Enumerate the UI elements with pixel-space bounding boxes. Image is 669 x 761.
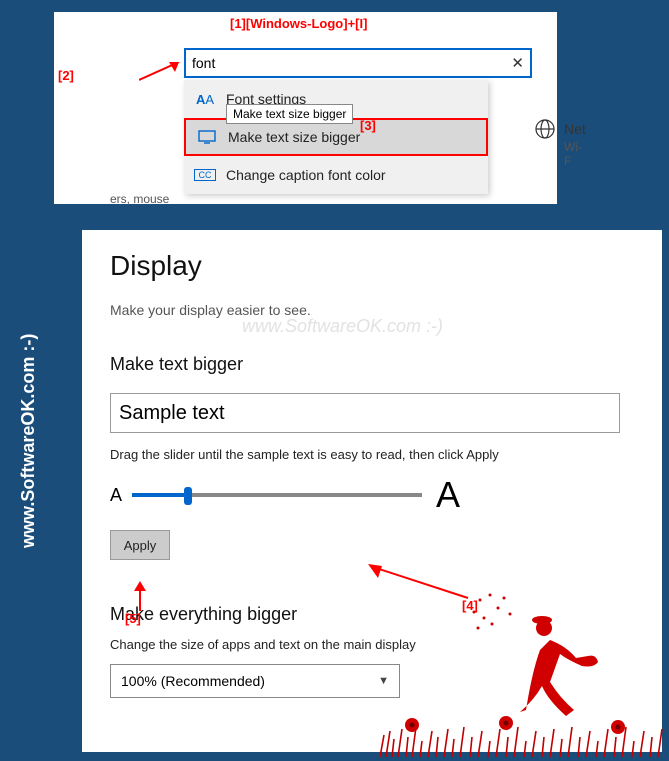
network-category-hint: Net	[534, 118, 586, 140]
search-input[interactable]	[192, 55, 511, 71]
chevron-down-icon: ▼	[378, 675, 389, 687]
text-size-slider[interactable]	[132, 493, 422, 497]
font-aa-icon: AA	[194, 92, 216, 107]
network-subtext: Wi-F	[564, 140, 582, 168]
sample-text-input[interactable]	[110, 393, 620, 433]
suggestion-label: Make text size bigger	[228, 129, 360, 145]
slider-instruction: Drag the slider until the sample text is…	[110, 447, 634, 462]
flower-icon	[404, 717, 420, 733]
search-suggestions-dropdown: AA Font settings Make text size bigger C…	[184, 80, 488, 194]
page-title: Display	[110, 250, 634, 282]
suggestion-caption-font-color[interactable]: CC Change caption font color	[184, 156, 488, 194]
annotation-1: [1][Windows-Logo]+[I]	[230, 16, 367, 31]
annotation-arrow-icon	[130, 581, 150, 613]
globe-icon	[534, 118, 556, 140]
flower-icon	[610, 719, 626, 735]
display-scale-dropdown[interactable]: 100% (Recommended) ▼	[110, 664, 400, 698]
running-man-icon	[470, 590, 610, 720]
flower-icon	[498, 715, 514, 731]
text-size-slider-row: A A	[110, 474, 634, 516]
apply-button[interactable]: Apply	[110, 530, 170, 560]
annotation-2: [2]	[58, 68, 74, 83]
settings-search-panel: ✕ AA Font settings Make text size bigger…	[54, 12, 557, 204]
settings-search-box[interactable]: ✕	[184, 48, 532, 78]
big-a-label: A	[436, 474, 460, 516]
watermark-text: www.SoftwareOK.com :-)	[242, 316, 443, 337]
annotation-5: [5]	[125, 611, 141, 626]
clear-search-icon[interactable]: ✕	[511, 54, 524, 72]
monitor-icon	[196, 130, 218, 144]
section-make-text-bigger: Make text bigger	[110, 354, 634, 375]
scale-selected-value: 100% (Recommended)	[121, 673, 265, 689]
page-subtitle: Make your display easier to see.	[110, 302, 634, 318]
tooltip: Make text size bigger	[226, 104, 353, 124]
annotation-3: [3]	[360, 118, 376, 133]
small-a-label: A	[110, 485, 122, 506]
devices-subtext: ers, mouse	[110, 192, 169, 206]
annotation-arrow-icon	[368, 564, 478, 604]
side-brand-text: www.SoftwareOK.com :-)	[18, 268, 39, 548]
slider-thumb[interactable]	[184, 487, 192, 505]
suggestion-label: Change caption font color	[226, 167, 386, 183]
cc-icon: CC	[194, 169, 216, 181]
